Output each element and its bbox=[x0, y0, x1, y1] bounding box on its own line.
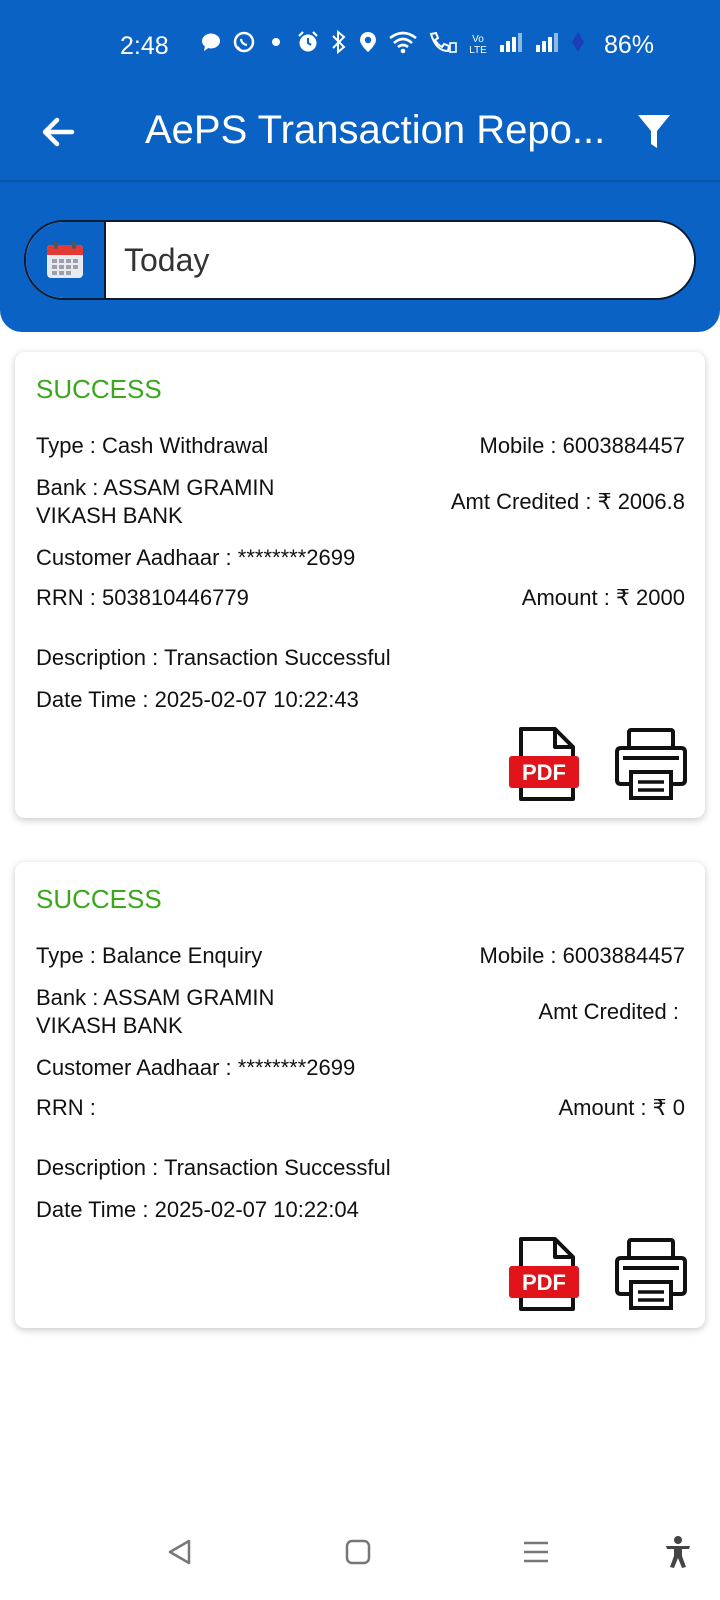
pdf-icon: PDF bbox=[509, 1237, 579, 1311]
transaction-datetime: Date Time : 2025-02-07 10:22:04 bbox=[36, 1197, 359, 1222]
system-nav-bar bbox=[0, 1510, 720, 1600]
nav-home-button[interactable] bbox=[336, 1530, 380, 1574]
alarm-icon bbox=[296, 30, 320, 61]
filter-icon bbox=[638, 115, 670, 148]
transaction-card: SUCCESS Type : Cash Withdrawal Mobile : … bbox=[15, 352, 705, 818]
transaction-bank-line1: Bank : ASSAM GRAMIN bbox=[36, 985, 275, 1010]
page-title: AePS Transaction Repo... bbox=[145, 108, 606, 152]
header-divider bbox=[0, 180, 720, 182]
transaction-rrn: RRN : 503810446779 bbox=[36, 585, 249, 610]
transaction-type: Type : Balance Enquiry bbox=[36, 943, 263, 968]
dot-icon bbox=[266, 31, 286, 59]
accessibility-icon bbox=[666, 1536, 690, 1568]
bluetooth-icon bbox=[330, 29, 348, 61]
nav-recents-button[interactable] bbox=[514, 1530, 558, 1574]
battery-percent: 86% bbox=[603, 30, 654, 59]
pdf-icon: PDF bbox=[509, 727, 579, 801]
wifi-call-icon bbox=[428, 30, 458, 61]
data-icon bbox=[570, 30, 586, 61]
print-button[interactable] bbox=[613, 1236, 689, 1312]
print-button[interactable] bbox=[613, 726, 689, 802]
whatsapp-icon bbox=[232, 30, 256, 61]
transaction-bank-line2: VIKASH BANK bbox=[36, 1013, 183, 1038]
back-button[interactable] bbox=[32, 106, 84, 158]
transaction-bank-line1: Bank : ASSAM GRAMIN bbox=[36, 475, 275, 500]
date-filter[interactable] bbox=[24, 220, 696, 300]
transaction-status: SUCCESS bbox=[36, 884, 162, 914]
transaction-amount: Amount : ₹ 0 bbox=[558, 1095, 686, 1120]
signal-icon bbox=[498, 31, 524, 60]
status-bar: 2:48 Vo LTE 86% bbox=[0, 0, 720, 90]
transaction-amt-credited: Amt Credited : bbox=[538, 999, 679, 1024]
toolbar: AePS Transaction Repo... bbox=[0, 90, 720, 180]
transaction-aadhaar: Customer Aadhaar : ********2699 bbox=[36, 1055, 356, 1080]
transaction-datetime: Date Time : 2025-02-07 10:22:43 bbox=[36, 687, 359, 712]
transaction-amt-credited: Amt Credited : ₹ 2006.8 bbox=[450, 489, 685, 514]
transaction-description: Description : Transaction Successful bbox=[36, 1155, 391, 1180]
svg-text:PDF: PDF bbox=[522, 1270, 566, 1295]
back-triangle-icon bbox=[168, 1539, 191, 1565]
printer-icon bbox=[615, 728, 687, 800]
pdf-download-button[interactable]: PDF bbox=[507, 1236, 583, 1312]
recents-menu-icon bbox=[524, 1541, 548, 1563]
date-range-input[interactable] bbox=[106, 222, 694, 298]
transaction-rrn: RRN : bbox=[36, 1095, 96, 1120]
battery-status: 86% bbox=[604, 30, 654, 60]
status-time: 2:48 bbox=[120, 32, 169, 60]
transaction-bank-line2: VIKASH BANK bbox=[36, 503, 183, 528]
volte-icon: Vo LTE bbox=[469, 34, 487, 56]
transaction-amount: Amount : ₹ 2000 bbox=[521, 585, 685, 610]
nav-back-button[interactable] bbox=[158, 1530, 202, 1574]
calendar-icon bbox=[47, 241, 83, 278]
location-icon bbox=[358, 30, 378, 61]
signal-icon bbox=[534, 31, 560, 60]
svg-text:PDF: PDF bbox=[522, 760, 566, 785]
printer-icon bbox=[615, 1238, 687, 1310]
transaction-card: SUCCESS Type : Balance Enquiry Mobile : … bbox=[15, 862, 705, 1328]
home-square-icon bbox=[345, 1539, 371, 1565]
wifi-icon bbox=[388, 30, 418, 61]
nav-accessibility-button[interactable] bbox=[656, 1530, 700, 1574]
chat-icon bbox=[200, 31, 222, 60]
transaction-status: SUCCESS bbox=[36, 374, 162, 404]
filter-button[interactable] bbox=[628, 104, 680, 160]
status-icons: Vo LTE bbox=[200, 29, 586, 61]
transaction-aadhaar: Customer Aadhaar : ********2699 bbox=[36, 545, 356, 570]
date-picker-button[interactable] bbox=[26, 222, 106, 298]
transaction-type: Type : Cash Withdrawal bbox=[36, 433, 269, 458]
app-header: 2:48 Vo LTE 86% AePS Transaction Repo...… bbox=[0, 0, 720, 332]
arrow-left-icon bbox=[42, 117, 75, 147]
pdf-download-button[interactable]: PDF bbox=[507, 726, 583, 802]
transaction-mobile: Mobile : 6003884457 bbox=[479, 433, 686, 458]
transaction-mobile: Mobile : 6003884457 bbox=[479, 943, 686, 968]
transaction-description: Description : Transaction Successful bbox=[36, 645, 391, 670]
